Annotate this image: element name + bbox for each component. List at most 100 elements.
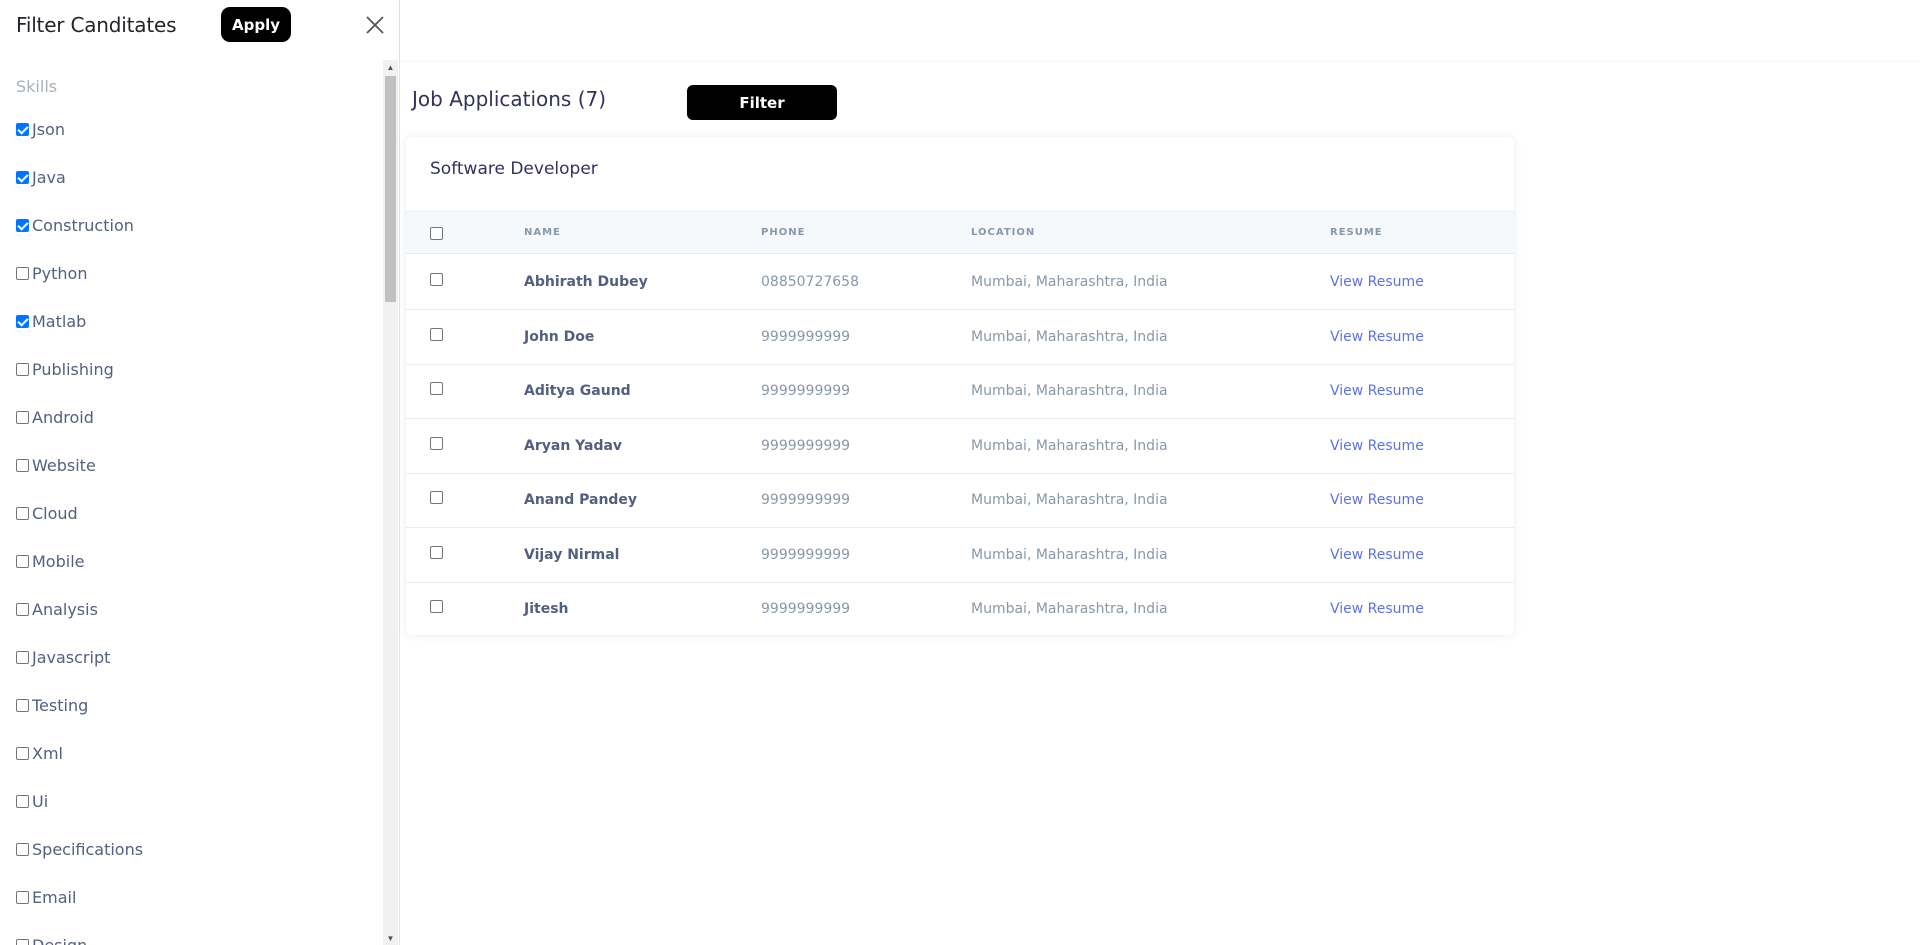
- applicant-location: Mumbai, Maharashtra, India: [971, 601, 1168, 617]
- skill-label: Specifications: [32, 839, 144, 859]
- skill-option[interactable]: Java: [16, 165, 66, 189]
- applicant-name: Jitesh: [524, 601, 569, 617]
- skill-checkbox[interactable]: [16, 266, 29, 280]
- scroll-up-arrow-icon[interactable]: ▲: [383, 60, 398, 74]
- skill-label: Publishing: [32, 359, 114, 379]
- skill-checkbox[interactable]: [16, 794, 29, 808]
- skill-label: Ui: [32, 791, 49, 811]
- scroll-down-arrow-icon[interactable]: ▼: [383, 931, 398, 945]
- row-checkbox[interactable]: [430, 382, 443, 395]
- applicant-phone: 9999999999: [761, 437, 851, 454]
- skill-checkbox[interactable]: [16, 218, 29, 232]
- view-resume-link[interactable]: View Resume: [1330, 274, 1424, 290]
- skill-option[interactable]: Javascript: [16, 645, 110, 669]
- skill-option[interactable]: Specifications: [16, 837, 143, 861]
- skill-option[interactable]: Website: [16, 453, 96, 477]
- applicant-location: Mumbai, Maharashtra, India: [971, 274, 1168, 290]
- skill-option[interactable]: Analysis: [16, 597, 98, 621]
- skill-checkbox[interactable]: [16, 698, 29, 712]
- skill-option[interactable]: Android: [16, 405, 94, 429]
- skill-checkbox[interactable]: [16, 314, 29, 328]
- skill-label: Design: [32, 935, 88, 945]
- skill-option[interactable]: Mobile: [16, 549, 84, 573]
- column-header-phone: PHONE: [761, 227, 806, 238]
- applicant-name: Anand Pandey: [524, 492, 638, 508]
- skill-label: Matlab: [32, 311, 87, 331]
- skill-label: Website: [32, 455, 96, 475]
- skill-option[interactable]: Construction: [16, 213, 134, 237]
- skill-label: Xml: [32, 743, 63, 763]
- row-checkbox[interactable]: [430, 545, 443, 559]
- skills-heading: Skills: [16, 77, 58, 96]
- row-checkbox[interactable]: [430, 273, 443, 286]
- applicant-name: Abhirath Dubey: [524, 274, 648, 290]
- view-resume-link[interactable]: View Resume: [1330, 438, 1424, 454]
- skill-label: Testing: [32, 695, 89, 715]
- view-resume-link[interactable]: View Resume: [1330, 492, 1424, 508]
- applicant-location: Mumbai, Maharashtra, India: [971, 437, 1168, 454]
- applicant-name: Aditya Gaund: [524, 383, 631, 399]
- skill-checkbox[interactable]: [16, 506, 29, 520]
- select-all-checkbox[interactable]: [430, 227, 443, 240]
- applicant-location: Mumbai, Maharashtra, India: [971, 546, 1168, 563]
- skill-label: Java: [32, 167, 66, 187]
- column-header-resume: RESUME: [1330, 227, 1383, 238]
- apply-button[interactable]: Apply: [221, 7, 291, 42]
- column-header-name: NAME: [524, 227, 561, 238]
- view-resume-link[interactable]: View Resume: [1330, 547, 1424, 563]
- view-resume-link[interactable]: View Resume: [1330, 383, 1424, 399]
- skill-option[interactable]: Matlab: [16, 309, 86, 333]
- sidebar-header: Filter Canditates Apply: [0, 0, 400, 56]
- skill-label: Javascript: [32, 647, 111, 667]
- table-row: Aryan Yadav 9999999999 Mumbai, Maharashtra…: [406, 419, 1514, 474]
- skill-option[interactable]: Publishing: [16, 357, 114, 381]
- close-icon[interactable]: [362, 12, 388, 38]
- scrollbar-thumb[interactable]: [385, 76, 396, 302]
- view-resume-link[interactable]: View Resume: [1330, 329, 1424, 345]
- applicant-phone: 9999999999: [761, 383, 851, 399]
- skill-option[interactable]: Xml: [16, 741, 63, 765]
- row-checkbox[interactable]: [430, 436, 443, 450]
- skill-label: Analysis: [32, 599, 98, 619]
- filter-sidebar: Filter Canditates Apply Skills Json Java C…: [0, 0, 400, 945]
- table-row: John Doe 9999999999 Mumbai, Maharashtra, I…: [406, 310, 1514, 365]
- skill-checkbox[interactable]: [16, 410, 29, 424]
- skill-checkbox[interactable]: [16, 746, 29, 760]
- skill-option[interactable]: Json: [16, 117, 65, 141]
- skill-label: Email: [32, 887, 77, 907]
- skill-label: Android: [32, 407, 94, 427]
- skill-option[interactable]: Email: [16, 885, 76, 909]
- applicant-location: Mumbai, Maharashtra, India: [971, 492, 1168, 508]
- table-row: Abhirath Dubey 08850727658 Mumbai, Maharas…: [406, 255, 1514, 310]
- skill-checkbox[interactable]: [16, 170, 29, 184]
- applicant-phone: 9999999999: [761, 601, 851, 617]
- applications-card: Software Developer NAME PHONE LOCATION R…: [406, 137, 1514, 635]
- skill-option[interactable]: Testing: [16, 693, 88, 717]
- skill-label: Json: [32, 119, 65, 139]
- sidebar-scrollbar[interactable]: ▲ ▼: [383, 60, 398, 945]
- skill-checkbox[interactable]: [16, 458, 29, 472]
- row-checkbox[interactable]: [430, 600, 443, 613]
- row-checkbox[interactable]: [430, 491, 443, 504]
- skill-checkbox[interactable]: [16, 650, 29, 664]
- skill-option[interactable]: Design: [16, 933, 87, 945]
- skill-option[interactable]: Cloud: [16, 501, 78, 525]
- column-header-location: LOCATION: [971, 227, 1036, 238]
- skill-checkbox[interactable]: [16, 938, 29, 945]
- skill-checkbox[interactable]: [16, 890, 29, 904]
- table-row: Anand Pandey 9999999999 Mumbai, Maharashtr…: [406, 473, 1514, 528]
- skill-checkbox[interactable]: [16, 554, 29, 568]
- view-resume-link[interactable]: View Resume: [1330, 601, 1424, 617]
- sidebar-title: Filter Canditates: [16, 13, 177, 37]
- skill-option[interactable]: Ui: [16, 789, 48, 813]
- table-row: Vijay Nirmal 9999999999 Mumbai, Maharashtr…: [406, 528, 1514, 583]
- skill-checkbox[interactable]: [16, 842, 29, 856]
- skill-option[interactable]: Python: [16, 261, 87, 285]
- applicant-phone: 9999999999: [761, 546, 851, 563]
- card-title: Software Developer: [430, 159, 598, 179]
- skill-checkbox[interactable]: [16, 362, 29, 376]
- skill-checkbox[interactable]: [16, 602, 29, 616]
- row-checkbox[interactable]: [430, 327, 443, 341]
- filter-button[interactable]: Filter: [687, 85, 837, 120]
- skill-checkbox[interactable]: [16, 122, 29, 136]
